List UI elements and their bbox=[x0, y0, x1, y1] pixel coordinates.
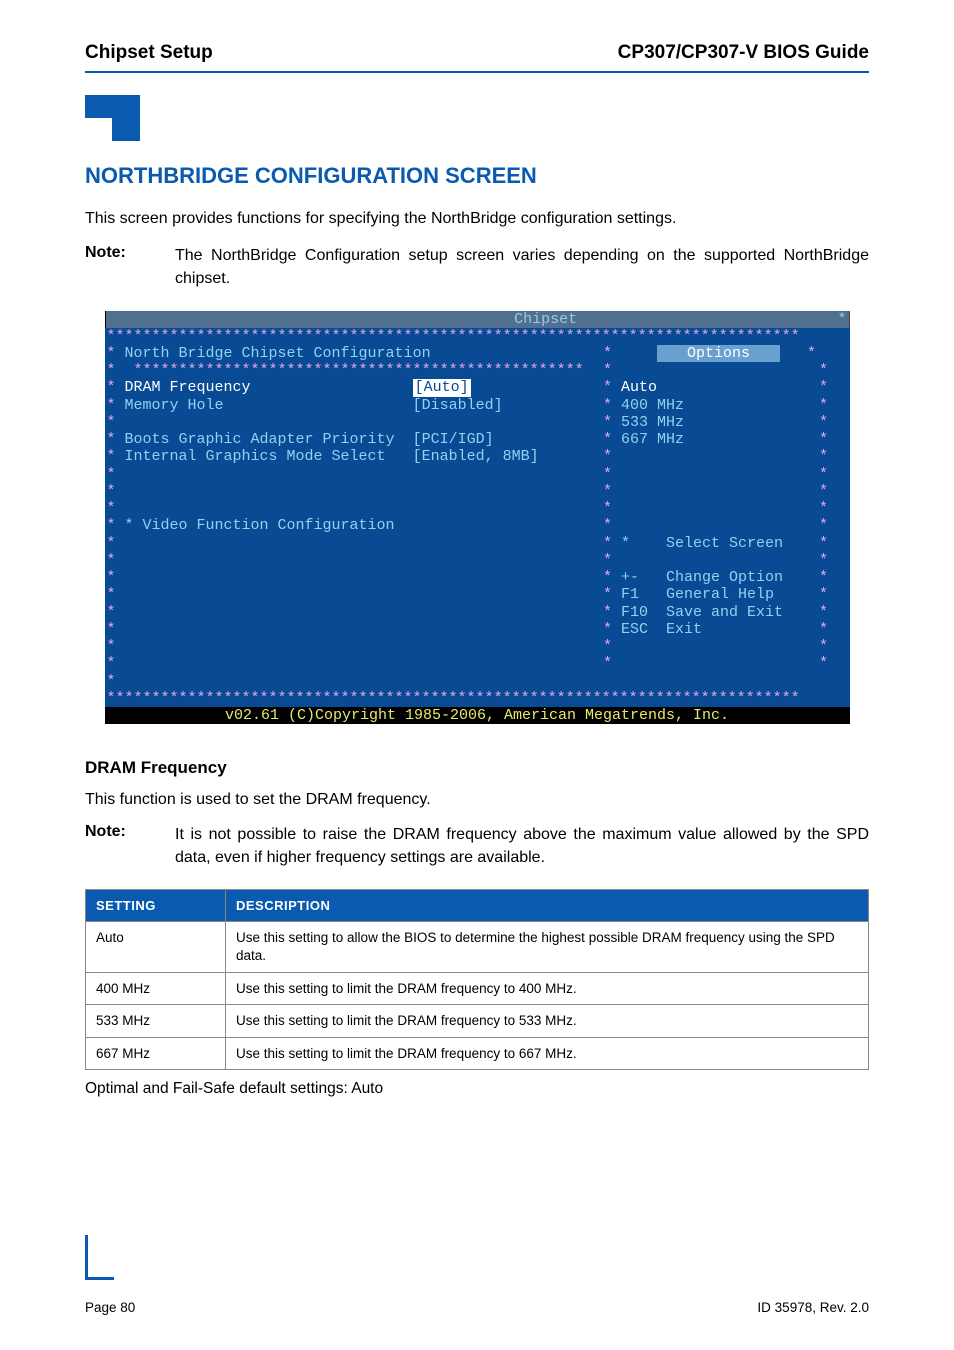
bios-help-exit: ESC Exit bbox=[621, 621, 702, 638]
table-row: Auto Use this setting to allow the BIOS … bbox=[86, 922, 869, 972]
star-icon: * bbox=[837, 311, 846, 328]
cell-desc: Use this setting to limit the DRAM frequ… bbox=[226, 1037, 869, 1070]
bios-value-dram-frequency[interactable]: [Auto] bbox=[413, 379, 471, 396]
bios-footer: v02.61 (C)Copyright 1985-2006, American … bbox=[105, 707, 850, 724]
bios-item-boot-graphic[interactable]: Boots Graphic Adapter Priority [PCI/IGD] bbox=[125, 431, 494, 448]
section-heading: DRAM Frequency bbox=[85, 758, 869, 778]
bios-option-533[interactable]: 533 MHz bbox=[621, 414, 684, 431]
intro-paragraph: This screen provides functions for speci… bbox=[85, 207, 869, 230]
divider-line: ****************************************… bbox=[107, 690, 848, 707]
doc-id: ID 35978, Rev. 2.0 bbox=[757, 1300, 869, 1315]
note-block: Note: The NorthBridge Configuration setu… bbox=[85, 244, 869, 290]
page-footer: Page 80 ID 35978, Rev. 2.0 bbox=[85, 1300, 869, 1315]
section-desc: This function is used to set the DRAM fr… bbox=[85, 791, 869, 809]
default-settings-text: Optimal and Fail-Safe default settings: … bbox=[85, 1080, 869, 1098]
bios-option-667[interactable]: 667 MHz bbox=[621, 431, 684, 448]
header-right: CP307/CP307-V BIOS Guide bbox=[618, 42, 869, 64]
page-title: NORTHBRIDGE CONFIGURATION SCREEN bbox=[85, 163, 869, 189]
note-text: It is not possible to raise the DRAM fre… bbox=[175, 823, 869, 869]
cell-desc: Use this setting to limit the DRAM frequ… bbox=[226, 972, 869, 1005]
bios-item-dram-frequency[interactable]: DRAM Frequency bbox=[125, 379, 413, 396]
bios-heading: North Bridge Chipset Configuration bbox=[125, 345, 431, 362]
note-text: The NorthBridge Configuration setup scre… bbox=[175, 244, 869, 290]
bios-option-400[interactable]: 400 MHz bbox=[621, 397, 684, 414]
note-label: Note: bbox=[85, 823, 175, 869]
page-number: Page 80 bbox=[85, 1300, 135, 1315]
settings-table: SETTING DESCRIPTION Auto Use this settin… bbox=[85, 889, 869, 1070]
table-header-setting: SETTING bbox=[86, 890, 226, 922]
cell-desc: Use this setting to allow the BIOS to de… bbox=[226, 922, 869, 972]
bios-screenshot: Chipset * ******************************… bbox=[105, 311, 850, 725]
note-block: Note: It is not possible to raise the DR… bbox=[85, 823, 869, 869]
bios-item-internal-graphics[interactable]: Internal Graphics Mode Select [Enabled, … bbox=[125, 448, 539, 465]
footer-logo-icon bbox=[85, 1235, 114, 1280]
cell-setting: 400 MHz bbox=[86, 972, 226, 1005]
bios-titlebar: Chipset * bbox=[105, 311, 850, 328]
bios-submenu-video[interactable]: * Video Function Configuration bbox=[125, 517, 395, 534]
cell-setting: 667 MHz bbox=[86, 1037, 226, 1070]
table-row: 533 MHz Use this setting to limit the DR… bbox=[86, 1005, 869, 1038]
table-header-description: DESCRIPTION bbox=[226, 890, 869, 922]
brand-logo-icon bbox=[85, 95, 140, 141]
divider-line: ****************************************… bbox=[107, 328, 848, 345]
bios-help-select-screen: * Select Screen bbox=[621, 535, 783, 552]
bios-options-label: Options bbox=[657, 345, 780, 362]
bios-option-auto[interactable]: Auto bbox=[621, 379, 657, 396]
bios-help-change-option: +- Change Option bbox=[621, 569, 783, 586]
cell-setting: 533 MHz bbox=[86, 1005, 226, 1038]
header-left: Chipset Setup bbox=[85, 42, 213, 64]
bios-help-general-help: F1 General Help bbox=[621, 586, 774, 603]
bios-item-memory-hole[interactable]: Memory Hole [Disabled] bbox=[125, 397, 503, 414]
bios-tab-chipset[interactable]: Chipset bbox=[514, 311, 577, 328]
bios-help-save-exit: F10 Save and Exit bbox=[621, 604, 783, 621]
note-label: Note: bbox=[85, 244, 175, 290]
table-row: 400 MHz Use this setting to limit the DR… bbox=[86, 972, 869, 1005]
page-header: Chipset Setup CP307/CP307-V BIOS Guide bbox=[85, 42, 869, 73]
table-row: 667 MHz Use this setting to limit the DR… bbox=[86, 1037, 869, 1070]
cell-setting: Auto bbox=[86, 922, 226, 972]
cell-desc: Use this setting to limit the DRAM frequ… bbox=[226, 1005, 869, 1038]
